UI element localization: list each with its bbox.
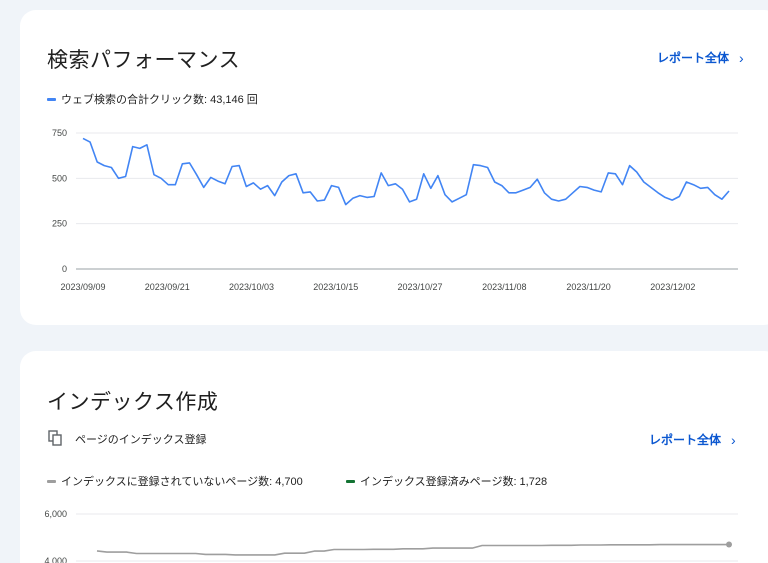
search-performance-card: 検索パフォーマンス レポート全体 › ウェブ検索の合計クリック数: 43,146… bbox=[20, 10, 768, 325]
y-tick-label: 6,000 bbox=[44, 509, 67, 519]
clicks-series-line bbox=[82, 137, 730, 206]
not-indexed-series-endpoint bbox=[726, 541, 732, 548]
x-tick-label: 2023/12/02 bbox=[650, 282, 695, 292]
clicks-line-chart: 750 500 250 0 2023/09/09 2023/09/21 2023/10/03… bbox=[52, 128, 738, 292]
x-tick-label: 2023/11/08 bbox=[482, 282, 526, 292]
y-tick-label: 500 bbox=[52, 173, 67, 183]
x-tick-label: 2023/10/03 bbox=[229, 282, 274, 292]
y-tick-label: 0 bbox=[62, 264, 67, 274]
indexing-line-chart: 6,000 4,000 bbox=[44, 509, 738, 563]
x-tick-label: 2023/11/20 bbox=[566, 282, 610, 292]
x-tick-label: 2023/10/15 bbox=[313, 282, 358, 292]
y-tick-label: 750 bbox=[52, 128, 67, 138]
x-tick-label: 2023/09/21 bbox=[145, 282, 190, 292]
not-indexed-series-line bbox=[96, 543, 729, 556]
y-tick-label: 4,000 bbox=[44, 556, 67, 563]
x-tick-label: 2023/09/09 bbox=[60, 282, 105, 292]
y-tick-label: 250 bbox=[52, 219, 67, 229]
x-tick-label: 2023/10/27 bbox=[398, 282, 443, 292]
indexing-card: インデックス作成 ページのインデックス登録 レポート全体 › インデックスに登録… bbox=[20, 351, 768, 563]
